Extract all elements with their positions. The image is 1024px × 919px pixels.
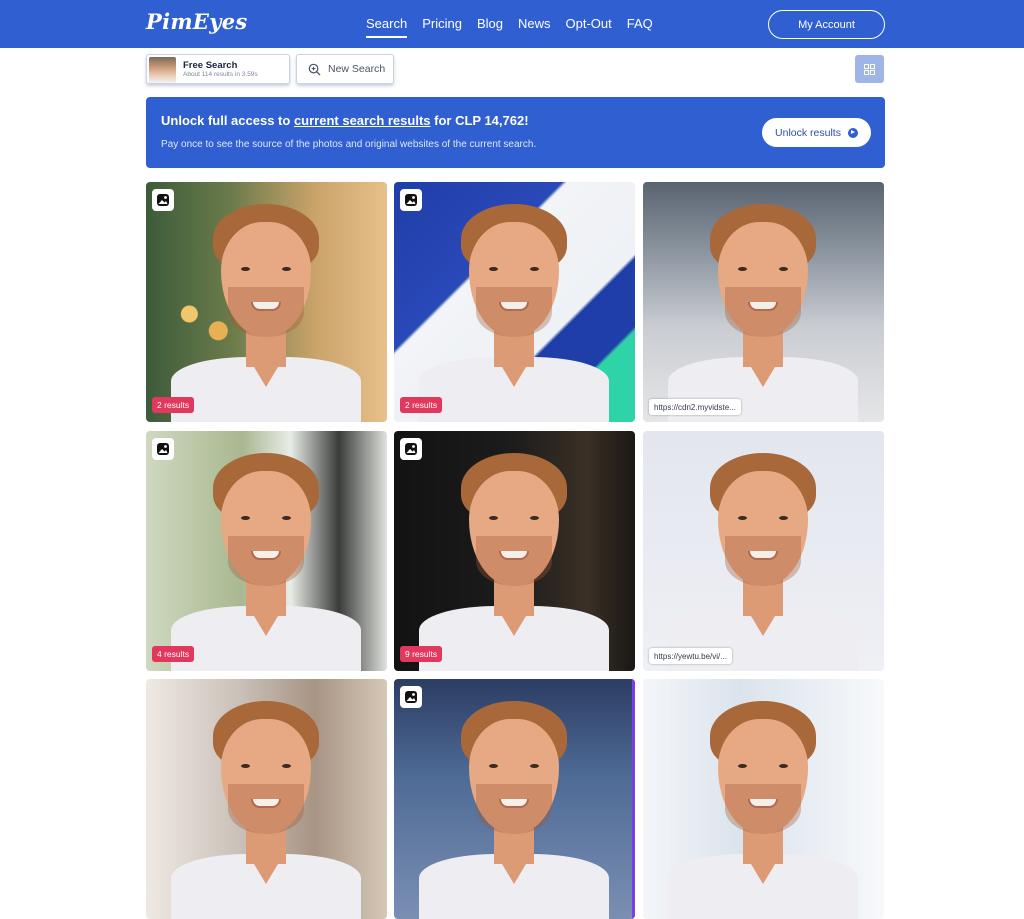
result-count-badge: 2 results	[400, 397, 443, 413]
current-search-chip[interactable]: Free Search About 114 results in 3.59s	[146, 54, 290, 84]
banner-title-suffix: for CLP 14,762!	[430, 113, 529, 128]
result-card[interactable]	[394, 679, 635, 919]
banner-subtitle: Pay once to see the source of the photos…	[161, 139, 537, 150]
main-nav: Search Pricing Blog News Opt-Out FAQ	[366, 16, 653, 38]
result-face-image	[146, 679, 387, 919]
pimeyes-logo[interactable]: PimEyes	[146, 9, 247, 34]
search-chip-subtitle: About 114 results in 3.59s	[183, 71, 258, 78]
arrow-right-icon	[847, 127, 858, 138]
source-url-badge[interactable]: https://cdn2.myvidste...	[649, 399, 741, 415]
result-card[interactable]: https://yewtu.be/vi/...	[643, 431, 884, 671]
banner-title: Unlock full access to current search res…	[161, 113, 529, 128]
result-face-image	[643, 679, 884, 919]
search-photo-thumbnail	[149, 57, 176, 83]
result-face-image	[643, 182, 884, 422]
search-icon	[308, 63, 321, 75]
result-count-badge: 4 results	[152, 646, 195, 662]
result-card[interactable]	[643, 679, 884, 919]
grid-view-button[interactable]	[855, 55, 884, 83]
image-icon[interactable]	[152, 189, 174, 211]
result-face-image	[394, 182, 635, 422]
source-url-badge[interactable]: https://yewtu.be/vi/...	[649, 648, 732, 664]
current-search-results-link[interactable]: current search results	[294, 113, 431, 128]
unlock-results-label: Unlock results	[775, 126, 841, 139]
nav-faq[interactable]: FAQ	[627, 16, 653, 38]
result-card[interactable]: 4 results	[146, 431, 387, 671]
result-card[interactable]: 9 results	[394, 431, 635, 671]
selected-card-edge	[632, 679, 635, 919]
top-navigation-bar: PimEyes Search Pricing Blog News Opt-Out…	[0, 0, 1024, 48]
result-count-badge: 9 results	[400, 646, 443, 662]
nav-search[interactable]: Search	[366, 16, 408, 38]
result-card[interactable]: 2 results	[146, 182, 387, 422]
new-search-label: New Search	[328, 63, 386, 75]
unlock-promo-banner: Unlock full access to current search res…	[146, 97, 885, 168]
result-count-badge: 2 results	[152, 397, 195, 413]
result-face-image	[146, 182, 387, 422]
unlock-results-button[interactable]: Unlock results	[762, 118, 871, 147]
nav-news[interactable]: News	[518, 16, 551, 38]
my-account-button[interactable]: My Account	[768, 10, 885, 39]
new-search-button[interactable]: New Search	[296, 54, 394, 84]
grid-icon	[864, 63, 875, 75]
result-face-image	[394, 679, 635, 919]
image-icon[interactable]	[400, 438, 422, 460]
result-card[interactable]: https://cdn2.myvidste...	[643, 182, 884, 422]
result-face-image	[394, 431, 635, 671]
result-face-image	[146, 431, 387, 671]
banner-title-prefix: Unlock full access to	[161, 113, 294, 128]
result-card[interactable]	[146, 679, 387, 919]
result-card[interactable]: 2 results	[394, 182, 635, 422]
nav-blog[interactable]: Blog	[477, 16, 503, 38]
image-icon[interactable]	[152, 438, 174, 460]
image-icon[interactable]	[400, 686, 422, 708]
result-face-image	[643, 431, 884, 671]
search-chip-title: Free Search	[183, 60, 238, 71]
nav-pricing[interactable]: Pricing	[422, 16, 462, 38]
nav-opt-out[interactable]: Opt-Out	[566, 16, 612, 38]
image-icon[interactable]	[400, 189, 422, 211]
